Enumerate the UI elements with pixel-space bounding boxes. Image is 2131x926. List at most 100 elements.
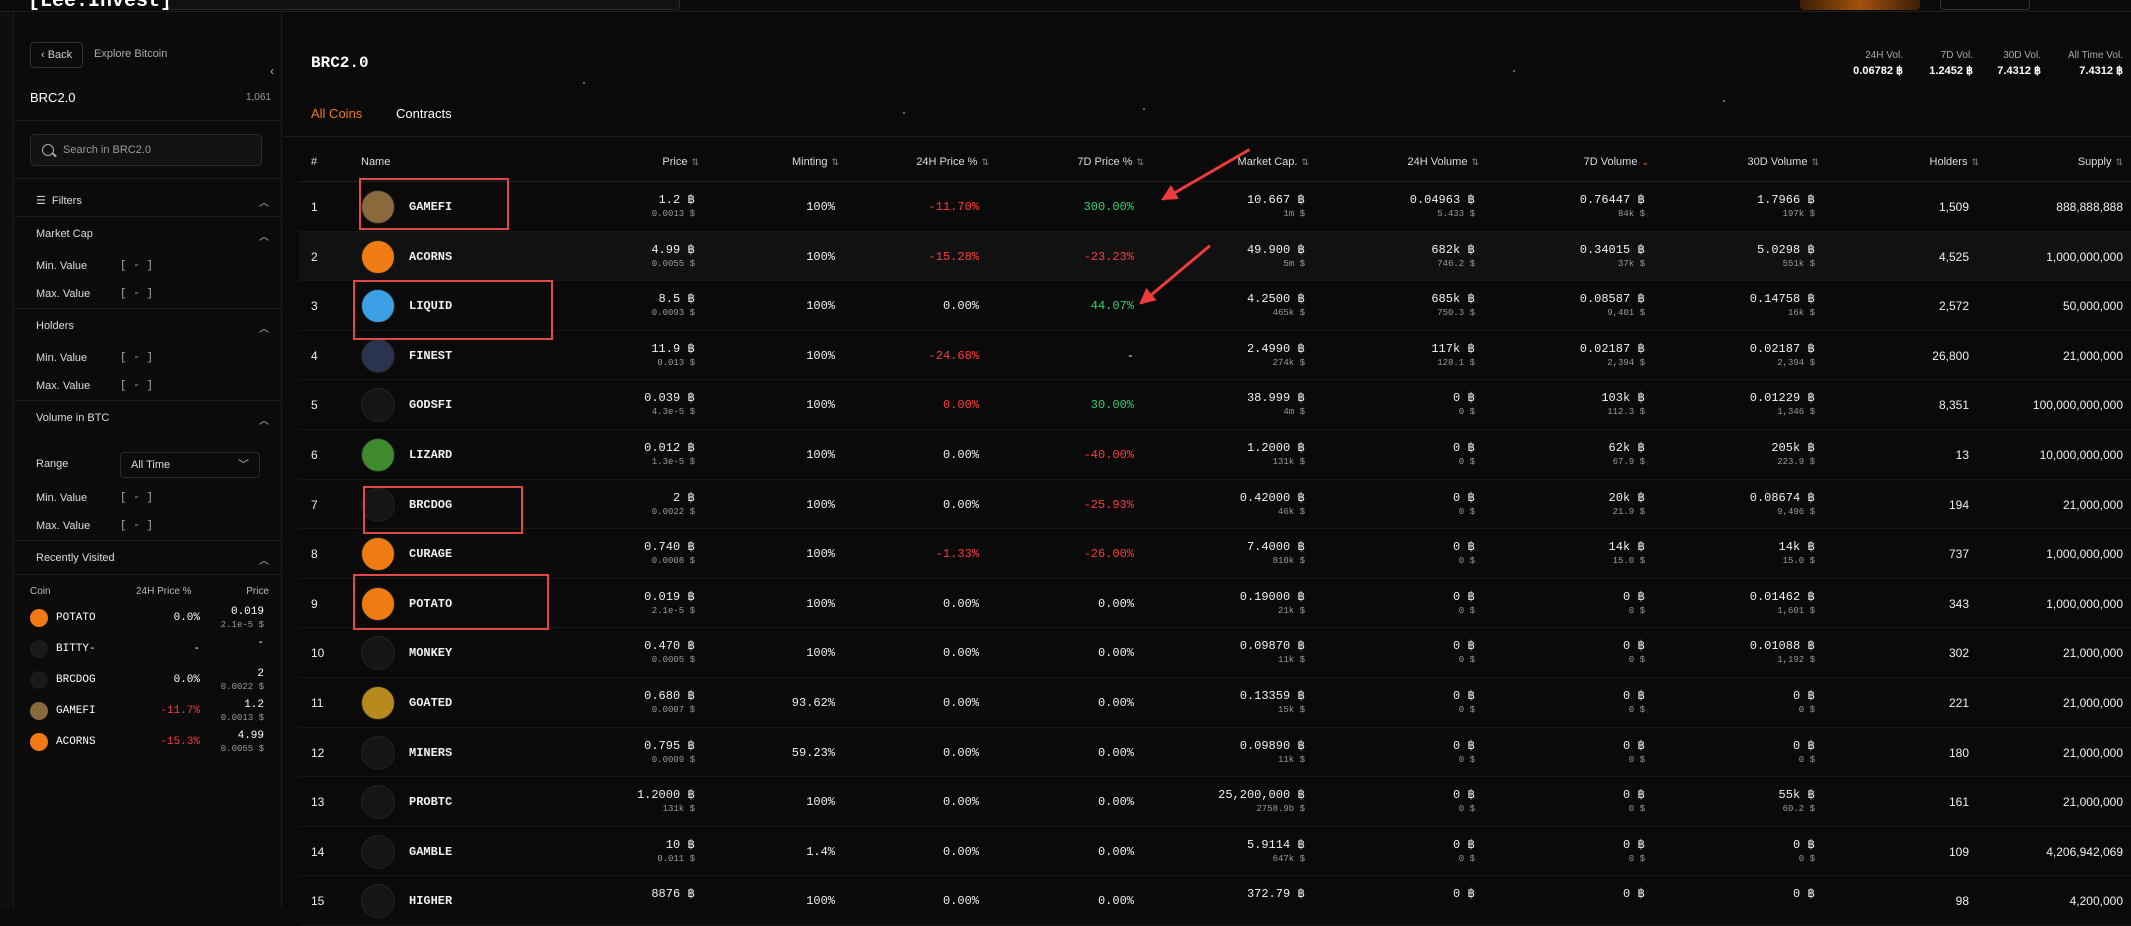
filters-header[interactable]: ☰ Filters bbox=[36, 194, 82, 207]
col-7d-price[interactable]: 7D Price % ⇅ bbox=[1019, 156, 1144, 168]
coin-name-link[interactable]: PROBTC bbox=[409, 795, 452, 809]
table-row[interactable]: 8 CURAGE 0.740 ฿ 0.0008 $ 100% -1.33% -26.00% 7… bbox=[299, 529, 2131, 579]
account-button[interactable] bbox=[2050, 0, 2120, 10]
price-7d-cell: -40.00% bbox=[1083, 448, 1134, 462]
table-row[interactable]: 9 POTATO 0.019 ฿ 2.1e-5 $100% 0.00% 0.00% 0.19… bbox=[299, 579, 2131, 629]
supply-cell: 4,200,000 bbox=[2069, 894, 2123, 909]
coin-name-link[interactable]: GAMBLE bbox=[409, 845, 452, 859]
recent-item[interactable]: POTATO 0.0% 0.019 2.1e-5 $ bbox=[30, 604, 276, 634]
col-supply[interactable]: Supply ⇅ bbox=[1999, 156, 2123, 168]
table-row[interactable]: 11 GOATED 0.680 ฿ 0.0007 $ 93.62% 0.00% 0.00% 0… bbox=[299, 678, 2131, 728]
volume-min-input[interactable]: [ - ] bbox=[120, 492, 153, 504]
table-row[interactable]: 3 LIQUID 8.5 ฿ 0.0093 $100% 0.00% 44.07% 4.250… bbox=[299, 281, 2131, 331]
market-cap-usd: 11k $ bbox=[1277, 655, 1305, 666]
col-24h-volume[interactable]: 24H Volume ⇅ bbox=[1339, 156, 1479, 168]
coin-name-link[interactable]: HIGHER bbox=[409, 894, 452, 908]
recent-item[interactable]: ACORNS -15.3% 4.99 0.0055 $ bbox=[30, 728, 276, 758]
market-cap-section[interactable]: Market Cap bbox=[36, 228, 93, 240]
table-row[interactable]: 6 LIZARD 0.012 ฿ 1.3e-5 $ 100% 0.00% -40.00% 1.… bbox=[299, 430, 2131, 480]
volume-30d-cell: 0 ฿ bbox=[1679, 886, 1815, 903]
volume-7d-value: 0.02187 ฿ bbox=[1579, 341, 1645, 356]
col-price[interactable]: Price ⇅ bbox=[579, 156, 699, 168]
divider bbox=[14, 216, 282, 217]
chevron-up-icon[interactable]: ︿ bbox=[259, 412, 269, 427]
recent-item[interactable]: BRCDOG 0.0% 2 0.0022 $ bbox=[30, 666, 276, 696]
col-minting[interactable]: Minting ⇅ bbox=[719, 156, 839, 168]
holders-cell: 2,572 bbox=[1938, 299, 1969, 314]
table-row[interactable]: 14 GAMBLE 10 ฿ 0.011 $ 1.4% 0.00% 0.00% 5.9114 … bbox=[299, 827, 2131, 877]
volume-24h-cell: 0 ฿ 0 $ bbox=[1339, 738, 1475, 765]
market-cap-cell: 2.4990 ฿ 274k $ bbox=[1169, 341, 1305, 368]
background-star bbox=[1513, 70, 1515, 72]
col-market-cap[interactable]: Market Cap. ⇅ bbox=[1169, 156, 1309, 168]
volume-7d-cell: 14k ฿ 15.0 $ bbox=[1509, 539, 1645, 566]
volume-max-input[interactable]: [ - ] bbox=[120, 520, 153, 532]
promo-button[interactable] bbox=[1800, 0, 1920, 10]
collapse-sidebar-icon[interactable]: ‹ bbox=[270, 64, 284, 84]
recent-item[interactable]: BITTY- - - bbox=[30, 635, 276, 665]
sort-icon: ⇅ bbox=[2115, 157, 2123, 167]
wallet-balance-button[interactable] bbox=[1940, 0, 2030, 10]
col-holders[interactable]: Holders ⇅ bbox=[1859, 156, 1979, 168]
table-row[interactable]: 13 PROBTC 1.2000 ฿ 131k $ 100% 0.00% 0.00% 25,2… bbox=[299, 777, 2131, 827]
holders-max-input[interactable]: [ - ] bbox=[120, 380, 153, 392]
market-cap-value: 49.900 ฿ bbox=[1246, 242, 1305, 257]
col-24h-price[interactable]: 24H Price % ⇅ bbox=[859, 156, 989, 168]
table-row[interactable]: 12 MINERS 0.795 ฿ 0.0009 $ 59.23% 0.00% 0.00% 0… bbox=[299, 728, 2131, 778]
price-7d-cell: 0.00% bbox=[1097, 894, 1134, 909]
range-select[interactable]: All Time ﹀ bbox=[120, 452, 260, 478]
price-24h-cell: 0.00% bbox=[942, 497, 979, 512]
coin-name-link[interactable]: MINERS bbox=[409, 746, 452, 760]
col-30d-volume[interactable]: 30D Volume ⇅ bbox=[1679, 156, 1819, 168]
holders-cell: 4,525 bbox=[1938, 249, 1969, 264]
price-cell: 10 ฿ 0.011 $ bbox=[579, 837, 695, 864]
chevron-up-icon[interactable]: ︿ bbox=[259, 228, 269, 243]
breadcrumb-explore[interactable]: Explore Bitcoin bbox=[94, 48, 167, 60]
supply-cell: 21,000,000 bbox=[2062, 696, 2123, 710]
sort-icon: ⇅ bbox=[981, 157, 989, 167]
volume-24h-cell: 0 ฿ 0 $ bbox=[1339, 638, 1475, 665]
price-value: 0.795 ฿ bbox=[644, 738, 695, 753]
table-row[interactable]: 15 HIGHER 8876 ฿ 100% 0.00% 0.00% 372.79 ฿ 0 ฿ 0… bbox=[299, 876, 2131, 926]
sidebar-search-input[interactable]: Search in BRC2.0 bbox=[30, 134, 262, 166]
coin-name-link[interactable]: FINEST bbox=[409, 349, 452, 363]
holders-cell: 737 bbox=[1948, 547, 1969, 562]
coin-name-link[interactable]: LIZARD bbox=[409, 448, 452, 462]
recent-item[interactable]: GAMEFI -11.7% 1.2 0.0013 $ bbox=[30, 697, 276, 727]
volume-30d-value: 0 ฿ bbox=[1792, 689, 1815, 703]
col-7d-volume[interactable]: 7D Volume ⌄ bbox=[1509, 156, 1649, 168]
mcap-max-input[interactable]: [ - ] bbox=[120, 288, 153, 300]
table-row[interactable]: 1 GAMEFI 1.2 ฿ 0.0013 $100% -11.70% 300.00% 10… bbox=[299, 182, 2131, 232]
coin-name-link[interactable]: ACORNS bbox=[409, 250, 452, 264]
chevron-up-icon[interactable]: ︿ bbox=[259, 194, 269, 209]
col-minting-label: Minting bbox=[791, 156, 828, 168]
tab-contracts[interactable]: Contracts bbox=[396, 106, 452, 121]
holders-cell: 109 bbox=[1948, 844, 1969, 859]
chevron-up-icon[interactable]: ︿ bbox=[259, 552, 269, 567]
holders-section[interactable]: Holders bbox=[36, 320, 74, 332]
table-row[interactable]: 4 FINEST 11.9 ฿ 0.013 $ 100% -24.68% - 2.4990 ฿… bbox=[299, 331, 2131, 381]
recent-coin-price: 1.2 0.0013 $ bbox=[221, 699, 264, 725]
volume-24h-cell: 0 ฿ 0 $ bbox=[1339, 490, 1475, 517]
coin-name-link[interactable]: GODSFI bbox=[409, 398, 452, 412]
table-row[interactable]: 7 BRCDOG 2 ฿ 0.0022 $100% 0.00% -25.93% 0.4200… bbox=[299, 480, 2131, 530]
volume-section[interactable]: Volume in BTC bbox=[36, 412, 109, 424]
holders-min-input[interactable]: [ - ] bbox=[120, 352, 153, 364]
chevron-up-icon[interactable]: ︿ bbox=[259, 320, 269, 335]
volume-30d-cell: 0.14758 ฿ 16k $ bbox=[1679, 291, 1815, 318]
table-row[interactable]: 2 ACORNS 4.99 ฿ 0.0055 $ 100% -15.28% -23.23% 4… bbox=[299, 231, 2131, 282]
global-search-input[interactable] bbox=[168, 0, 680, 10]
back-button[interactable]: ‹ Back bbox=[30, 42, 84, 68]
table-row[interactable]: 10 MONKEY 0.470 ฿ 0.0005 $ 100% 0.00% 0.00% 0.0… bbox=[299, 628, 2131, 678]
volume-24h-value: 0 ฿ bbox=[1452, 689, 1475, 703]
coin-name-link[interactable]: GOATED bbox=[409, 696, 452, 710]
tab-all-coins[interactable]: All Coins bbox=[311, 106, 362, 121]
coin-name-link[interactable]: CURAGE bbox=[409, 547, 452, 561]
recently-visited-header[interactable]: Recently Visited bbox=[36, 552, 115, 564]
coin-name-link[interactable]: MONKEY bbox=[409, 646, 452, 660]
price-cell: 0.019 ฿ 2.1e-5 $ bbox=[579, 589, 695, 616]
table-row[interactable]: 5 GODSFI 0.039 ฿ 4.3e-5 $ 100% 0.00% 30.00% 38.… bbox=[299, 380, 2131, 430]
minting-cell: 100% bbox=[806, 348, 835, 363]
volume-24h-usd: 0 $ bbox=[1458, 705, 1475, 715]
mcap-min-input[interactable]: [ - ] bbox=[120, 260, 153, 272]
